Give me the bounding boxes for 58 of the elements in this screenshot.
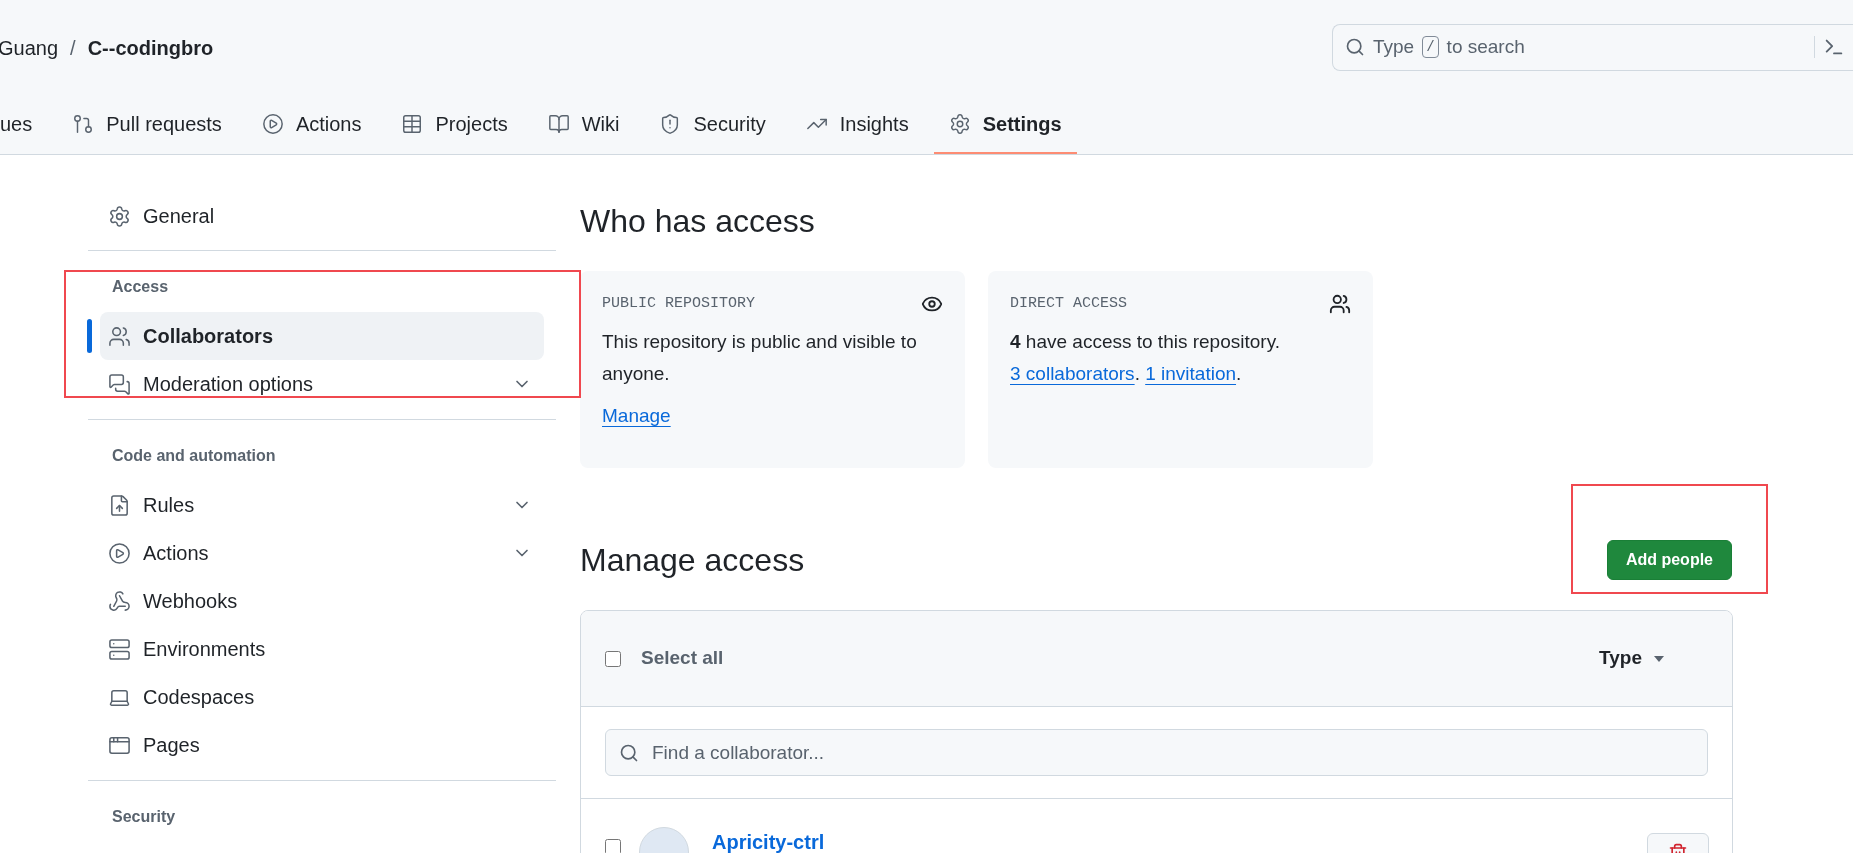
row-checkbox[interactable] <box>605 839 621 853</box>
select-all-label: Select all <box>641 646 725 671</box>
collaborator-name[interactable]: Apricity-ctrl <box>712 827 1647 853</box>
book-icon <box>547 113 570 135</box>
search-hint: Type <box>1373 34 1415 59</box>
add-people-button[interactable]: Add people <box>1606 540 1732 580</box>
section-heading: Code and automation <box>111 446 277 466</box>
repo-tab[interactable]: ues <box>0 96 48 154</box>
table-icon <box>401 113 424 135</box>
sidebar-item[interactable]: Environments <box>100 625 544 673</box>
settings-icon <box>948 113 971 135</box>
file-arrow-icon <box>108 493 131 517</box>
breadcrumb-separator: / <box>70 36 76 61</box>
people-icon <box>108 324 131 348</box>
card-text: This repository is public and visible to anyone. <box>602 329 918 386</box>
count-link[interactable]: 1 invitation <box>1145 362 1237 384</box>
people-icon <box>1329 293 1351 316</box>
active-indicator <box>87 319 92 353</box>
card-label: DIRECT ACCESS <box>1010 294 1128 314</box>
pull-request-icon <box>72 113 95 135</box>
slash-key: / <box>1422 36 1439 58</box>
sidebar-item[interactable]: Actions <box>100 529 544 577</box>
sidebar-item[interactable]: Collaborators <box>100 312 544 360</box>
settings-icon <box>108 204 131 228</box>
sidebar-item[interactable]: Codespaces <box>100 673 544 721</box>
repository-link[interactable]: C--codingbro <box>87 33 214 63</box>
sidebar-item[interactable]: General <box>100 192 544 240</box>
webhook-icon <box>108 589 131 613</box>
repo-tab[interactable]: Actions <box>246 96 377 154</box>
card-label: PUBLIC REPOSITORY <box>602 294 756 314</box>
sidebar-item[interactable]: Webhooks <box>100 577 544 625</box>
server-icon <box>108 637 131 661</box>
comment-icon <box>108 372 131 396</box>
repo-tab[interactable]: Projects <box>386 96 523 154</box>
section-heading: Access <box>111 277 170 297</box>
search-hint: to search <box>1446 34 1525 59</box>
section-heading: Security <box>111 807 177 827</box>
type-filter[interactable]: Type <box>1599 644 1664 673</box>
count-link[interactable]: 3 collaborators <box>1010 362 1135 384</box>
repo-tab[interactable]: Security <box>644 96 781 154</box>
page-title: Who has access <box>580 202 816 241</box>
search-field[interactable]: Type / to search <box>1332 23 1853 71</box>
play-circle-icon <box>261 113 284 135</box>
repo-tab[interactable]: Insights <box>790 96 924 154</box>
repo-tab[interactable]: Pull requests <box>57 96 237 154</box>
sidebar-item[interactable]: Pages <box>100 721 544 769</box>
section-title: Manage access <box>580 541 805 580</box>
caret-down-icon <box>1654 655 1664 662</box>
play-circle-icon <box>108 541 131 565</box>
find-collaborator-field[interactable]: Find a collaborator... <box>605 729 1708 776</box>
repo-tab[interactable]: Wiki <box>532 96 635 154</box>
sidebar-item[interactable]: Moderation options <box>100 360 544 408</box>
search-icon <box>1345 37 1365 57</box>
select-all-checkbox[interactable] <box>605 650 621 667</box>
access-summary: 4 have access to this repository. 3 collaborators. 1 invitation. <box>1010 329 1281 386</box>
repo-tab[interactable]: Settings <box>933 96 1077 154</box>
sidebar-item[interactable]: Rules <box>100 481 544 529</box>
manage-link[interactable]: Manage <box>602 401 671 430</box>
